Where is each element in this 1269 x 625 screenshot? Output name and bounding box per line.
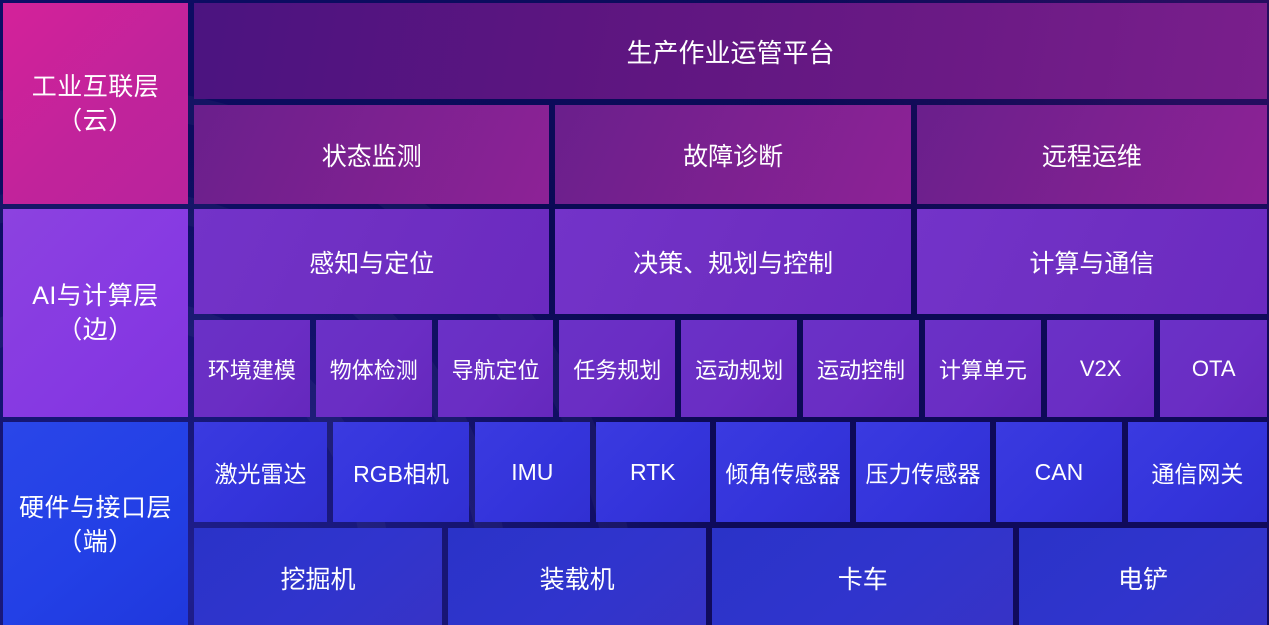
node-can[interactable]: CAN: [996, 422, 1122, 522]
row-ai-modules: 环境建模 物体检测 导航定位 任务规划 运动规划 运动控制 计算单元 V2X O…: [194, 320, 1268, 417]
node-v2x[interactable]: V2X: [1046, 320, 1155, 417]
row-ai-groups: 感知与定位 决策、规划与控制 计算与通信: [194, 209, 1267, 314]
node-perception-localization[interactable]: 感知与定位: [194, 209, 550, 314]
node-pressure-sensor[interactable]: 压力传感器: [856, 422, 991, 522]
layer-label-cloud-line2: （云）: [57, 106, 134, 135]
node-decision-planning-control[interactable]: 决策、规划与控制: [555, 209, 911, 314]
node-rtk[interactable]: RTK: [595, 422, 710, 522]
node-compute-unit[interactable]: 计算单元: [924, 320, 1041, 417]
node-environment-modeling[interactable]: 环境建模: [194, 320, 310, 417]
node-compute-communication[interactable]: 计算与通信: [916, 209, 1267, 314]
row-hardware-vehicles: 挖掘机 装载机 卡车 电铲: [194, 528, 1267, 625]
node-fault-diagnosis[interactable]: 故障诊断: [555, 105, 911, 204]
node-excavator[interactable]: 挖掘机: [194, 528, 442, 625]
layer-body-ai: 感知与定位 决策、规划与控制 计算与通信 环境建模 物体检测 导航定位 任务规划…: [194, 209, 1268, 417]
node-production-platform[interactable]: 生产作业运管平台: [194, 3, 1267, 99]
node-status-monitoring[interactable]: 状态监测: [194, 105, 550, 204]
node-rgb-camera[interactable]: RGB相机: [333, 422, 470, 522]
layer-cloud: 工业互联层 （云） 生产作业运管平台 状态监测 故障诊断 远程运维: [0, 3, 1269, 204]
layer-ai: AI与计算层 （边） 感知与定位 决策、规划与控制 计算与通信 环境建模 物体检…: [0, 209, 1269, 417]
node-object-detection[interactable]: 物体检测: [315, 320, 432, 417]
node-truck[interactable]: 卡车: [712, 528, 1014, 625]
node-motion-planning[interactable]: 运动规划: [681, 320, 798, 417]
node-task-planning[interactable]: 任务规划: [559, 320, 676, 417]
node-navigation-positioning[interactable]: 导航定位: [437, 320, 554, 417]
architecture-diagram: 工业互联层 （云） 生产作业运管平台 状态监测 故障诊断 远程运维 AI与计算层: [0, 0, 1269, 625]
node-ota[interactable]: OTA: [1160, 320, 1268, 417]
layer-body-cloud: 生产作业运管平台 状态监测 故障诊断 远程运维: [194, 3, 1267, 204]
layer-label-cloud-line1: 工业互联层: [31, 72, 160, 101]
node-remote-maintenance[interactable]: 远程运维: [916, 105, 1267, 204]
layer-body-hardware: 激光雷达 RGB相机 IMU RTK 倾角传感器 压力传感器 CAN 通信网关 …: [194, 422, 1267, 625]
node-electric-shovel[interactable]: 电铲: [1019, 528, 1267, 625]
node-motion-control[interactable]: 运动控制: [803, 320, 919, 417]
layer-label-ai-line2: （边）: [57, 316, 134, 344]
layer-hardware: 硬件与接口层 （端） 激光雷达 RGB相机 IMU RTK 倾角传感器 压力传感…: [0, 422, 1269, 625]
node-lidar[interactable]: 激光雷达: [194, 422, 327, 522]
node-inclination-sensor[interactable]: 倾角传感器: [715, 422, 850, 522]
node-imu[interactable]: IMU: [475, 422, 590, 522]
layer-label-hardware: 硬件与接口层 （端）: [3, 422, 188, 625]
row-cloud-capabilities: 状态监测 故障诊断 远程运维: [194, 105, 1267, 204]
row-hardware-modules: 激光雷达 RGB相机 IMU RTK 倾角传感器 压力传感器 CAN 通信网关: [194, 422, 1267, 522]
layer-label-hardware-line2: （端）: [57, 527, 134, 556]
layer-label-cloud: 工业互联层 （云）: [3, 3, 188, 204]
layer-label-hardware-line1: 硬件与接口层: [18, 493, 172, 522]
layer-stack: 工业互联层 （云） 生产作业运管平台 状态监测 故障诊断 远程运维 AI与计算层: [0, 0, 1269, 625]
node-loader[interactable]: 装载机: [447, 528, 707, 625]
row-cloud-platform: 生产作业运管平台: [194, 3, 1267, 99]
layer-label-ai: AI与计算层 （边）: [3, 209, 188, 417]
layer-label-ai-line1: AI与计算层: [32, 282, 159, 310]
node-communication-gateway[interactable]: 通信网关: [1127, 422, 1267, 522]
